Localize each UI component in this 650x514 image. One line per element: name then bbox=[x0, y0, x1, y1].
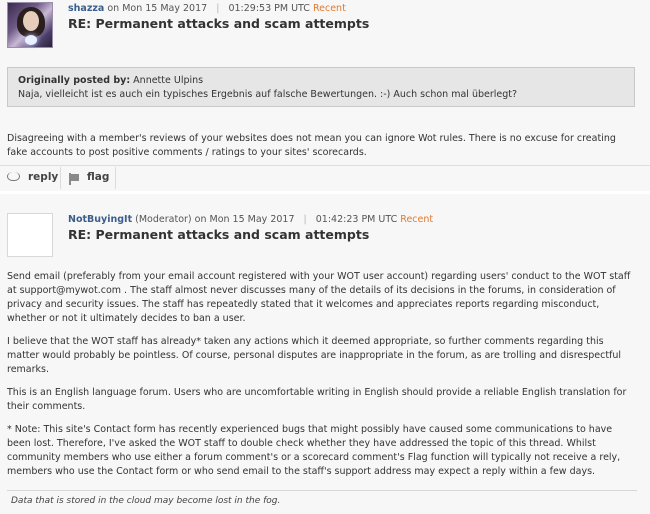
quote-text: Naja, vielleicht ist es auch ein typisch… bbox=[18, 89, 518, 100]
post-time: 01:42:23 PM UTC bbox=[315, 214, 398, 225]
post-meta: NotBuyingIt (Moderator) on Mon 15 May 20… bbox=[68, 214, 433, 225]
post-paragraph: Send email (preferably from your email a… bbox=[7, 271, 631, 324]
reply-button[interactable]: reply bbox=[7, 171, 58, 183]
avatar-face-shape bbox=[23, 11, 39, 31]
flag-label: flag bbox=[87, 171, 110, 183]
action-divider bbox=[115, 167, 116, 189]
post-role-date: (Moderator) on Mon 15 May 2017 bbox=[135, 214, 295, 225]
forum-post-shazza: shazza on Mon 15 May 2017 | 01:29:53 PM … bbox=[0, 0, 650, 191]
post-title: RE: Permanent attacks and scam attempts bbox=[68, 227, 370, 242]
post-body: Disagreeing with a member's reviews of y… bbox=[7, 132, 637, 169]
recent-badge[interactable]: Recent bbox=[313, 3, 346, 14]
user-avatar-placeholder[interactable] bbox=[7, 213, 53, 257]
quote-block: Originally posted by: Annette Ulpins Naj… bbox=[7, 67, 635, 107]
forum-post-notbuyingit: NotBuyingIt (Moderator) on Mon 15 May 20… bbox=[0, 194, 650, 514]
reply-label: reply bbox=[28, 171, 59, 183]
quote-author: Annette Ulpins bbox=[133, 75, 204, 86]
post-paragraph: This is an English language forum. Users… bbox=[7, 387, 627, 412]
post-author-link[interactable]: shazza bbox=[68, 3, 104, 14]
post-title: RE: Permanent attacks and scam attempts bbox=[68, 16, 370, 31]
post-paragraph: I believe that the WOT staff has already… bbox=[7, 336, 622, 375]
avatar-crystal-ball-icon bbox=[25, 35, 37, 45]
flag-button[interactable]: flag bbox=[69, 171, 110, 185]
meta-separator: | bbox=[303, 214, 307, 225]
post-author-link[interactable]: NotBuyingIt bbox=[68, 214, 132, 225]
recent-badge[interactable]: Recent bbox=[400, 214, 433, 225]
post-paragraph: * Note: This site's Contact form has rec… bbox=[7, 424, 621, 477]
reply-icon bbox=[7, 171, 20, 181]
post-date: on Mon 15 May 2017 bbox=[107, 3, 208, 14]
post-paragraph: Disagreeing with a member's reviews of y… bbox=[7, 133, 616, 158]
post-signature: Data that is stored in the cloud may bec… bbox=[11, 496, 281, 506]
quote-label: Originally posted by: bbox=[18, 75, 131, 86]
signature-divider bbox=[7, 490, 637, 491]
flag-icon bbox=[69, 172, 79, 185]
post-body: Send email (preferably from your email a… bbox=[7, 270, 637, 488]
quote-header: Originally posted by: Annette Ulpins bbox=[18, 74, 624, 88]
post-actions-bar: reply flag bbox=[0, 165, 650, 192]
post-time: 01:29:53 PM UTC bbox=[228, 3, 310, 14]
meta-separator: | bbox=[216, 3, 220, 14]
post-meta: shazza on Mon 15 May 2017 | 01:29:53 PM … bbox=[68, 3, 346, 14]
user-avatar[interactable] bbox=[7, 2, 53, 48]
action-divider bbox=[60, 167, 61, 189]
